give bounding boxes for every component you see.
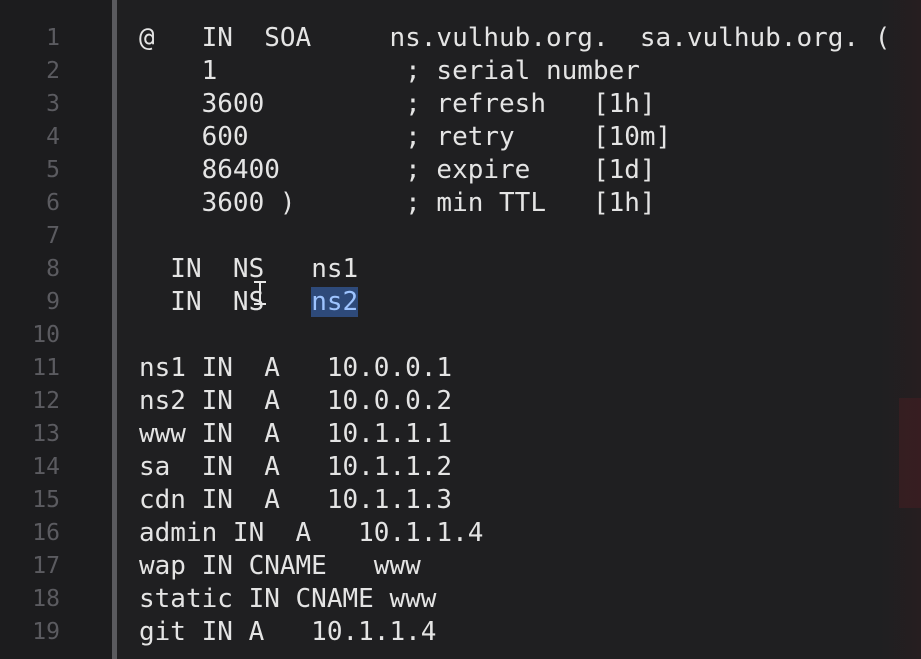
code-text[interactable]: admin IN A 10.1.1.4 [139, 517, 483, 550]
line-number: 2 [46, 58, 60, 84]
line-number: 1 [46, 25, 60, 51]
code-line[interactable]: 2 1 ; serial number [0, 55, 921, 88]
code-text[interactable]: @ IN SOA ns.vulhub.org. sa.vulhub.org. ( [139, 22, 890, 55]
line-number: 11 [32, 355, 60, 381]
code-text[interactable]: IN NS ns1 [139, 253, 359, 305]
code-line[interactable]: 13 www IN A 10.1.1.1 [0, 418, 921, 451]
line-number: 4 [46, 124, 60, 150]
code-line[interactable]: 17 wap IN CNAME www [0, 550, 921, 583]
code-line[interactable]: 8 IN NS ns1 [0, 253, 921, 305]
line-number: 19 [32, 619, 60, 645]
line-number: 15 [32, 487, 60, 513]
code-line[interactable]: 15 cdn IN A 10.1.1.3 [0, 484, 921, 517]
code-segment: IN NS [139, 287, 312, 317]
code-text[interactable]: sa IN A 10.1.1.2 [139, 451, 452, 484]
code-line[interactable]: 16 admin IN A 10.1.1.4 [0, 517, 921, 550]
line-number: 12 [32, 388, 60, 414]
code-line[interactable]: 12 ns2 IN A 10.0.0.2 [0, 385, 921, 418]
line-number: 16 [32, 520, 60, 546]
code-text[interactable]: 1 ; serial number [139, 55, 640, 88]
code-segment: IN NS [139, 254, 265, 284]
code-text[interactable]: cdn IN A 10.1.1.3 [139, 484, 452, 517]
code-line[interactable]: 6 3600 ) ; min TTL [1h] [0, 187, 921, 220]
line-number: 14 [32, 454, 60, 480]
code-text[interactable]: IN NS ns2 [139, 286, 359, 319]
line-number: 7 [46, 223, 60, 249]
code-line[interactable]: 9 IN NS ns2 [0, 286, 921, 319]
code-line[interactable]: 11 ns1 IN A 10.0.0.1 [0, 352, 921, 385]
code-text[interactable]: ns2 IN A 10.0.0.2 [139, 385, 452, 418]
code-text[interactable]: ns1 IN A 10.0.0.1 [139, 352, 452, 385]
code-text[interactable]: 3600 ) ; min TTL [1h] [139, 187, 656, 220]
code-segment: ns1 [264, 254, 359, 284]
code-text[interactable]: wap IN CNAME www [139, 550, 421, 583]
text-selection[interactable]: ns2 [311, 287, 359, 317]
code-line[interactable]: 1 @ IN SOA ns.vulhub.org. sa.vulhub.org.… [0, 22, 921, 55]
line-number: 3 [46, 91, 60, 117]
code-text[interactable]: 3600 ; refresh [1h] [139, 88, 656, 121]
line-number: 6 [46, 190, 60, 216]
code-line[interactable]: 3 3600 ; refresh [1h] [0, 88, 921, 121]
line-number: 13 [32, 421, 60, 447]
code-editor[interactable]: 1 @ IN SOA ns.vulhub.org. sa.vulhub.org.… [0, 0, 921, 659]
line-number: 17 [32, 553, 60, 579]
code-line[interactable]: 14 sa IN A 10.1.1.2 [0, 451, 921, 484]
code-line[interactable]: 18 static IN CNAME www [0, 583, 921, 616]
code-line[interactable]: 19 git IN A 10.1.1.4 [0, 616, 921, 649]
code-text[interactable]: www IN A 10.1.1.1 [139, 418, 452, 451]
line-number: 5 [46, 157, 60, 183]
code-text[interactable]: static IN CNAME www [139, 583, 436, 616]
code-line[interactable]: 7 [0, 220, 921, 253]
line-number: 8 [46, 256, 60, 282]
code-line[interactable]: 5 86400 ; expire [1d] [0, 154, 921, 187]
line-number: 18 [32, 586, 60, 612]
code-text[interactable]: 86400 ; expire [1d] [139, 154, 656, 187]
code-line[interactable]: 10 [0, 319, 921, 352]
line-number: 10 [32, 322, 60, 348]
code-line[interactable]: 4 600 ; retry [10m] [0, 121, 921, 154]
code-text[interactable]: git IN A 10.1.1.4 [139, 616, 436, 649]
code-text[interactable]: 600 ; retry [10m] [139, 121, 672, 154]
line-number: 9 [46, 289, 60, 315]
